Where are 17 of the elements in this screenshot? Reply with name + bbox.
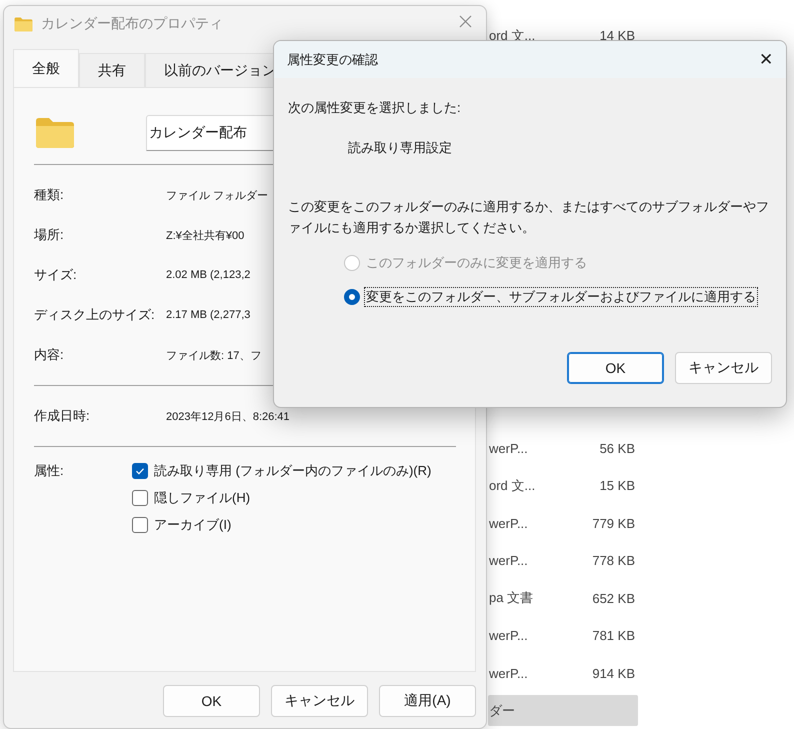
- info-value: 2.17 MB (2,277,3: [166, 309, 250, 321]
- info-value: ファイル数: 17、フ: [166, 348, 262, 362]
- change-text: 読み取り専用設定: [348, 139, 453, 157]
- info-label: 場所:: [34, 226, 65, 244]
- info-value: 2023年12月6日、8:26:41: [166, 410, 290, 424]
- question-text: この変更をこのフォルダーのみに適用するか、またはすべてのサブフォルダーやファイルにも適用するか選択してください。: [288, 198, 770, 237]
- info-label: サイズ:: [34, 266, 78, 284]
- info-value: Z:¥全社共有¥00: [166, 228, 244, 242]
- info-value: ファイル フォルダー: [166, 188, 268, 202]
- attributes-label: 属性:: [34, 462, 65, 480]
- intro-text: 次の属性変更を選択しました:: [288, 99, 462, 117]
- info-value: 2.02 MB (2,123,2: [166, 269, 250, 281]
- info-label: 内容:: [34, 346, 65, 364]
- info-label: 作成日時:: [34, 407, 91, 425]
- window-title: カレンダー配布のプロパティ: [41, 15, 223, 33]
- info-label: 種類:: [34, 186, 65, 204]
- info-label: ディスク上のサイズ:: [34, 306, 156, 324]
